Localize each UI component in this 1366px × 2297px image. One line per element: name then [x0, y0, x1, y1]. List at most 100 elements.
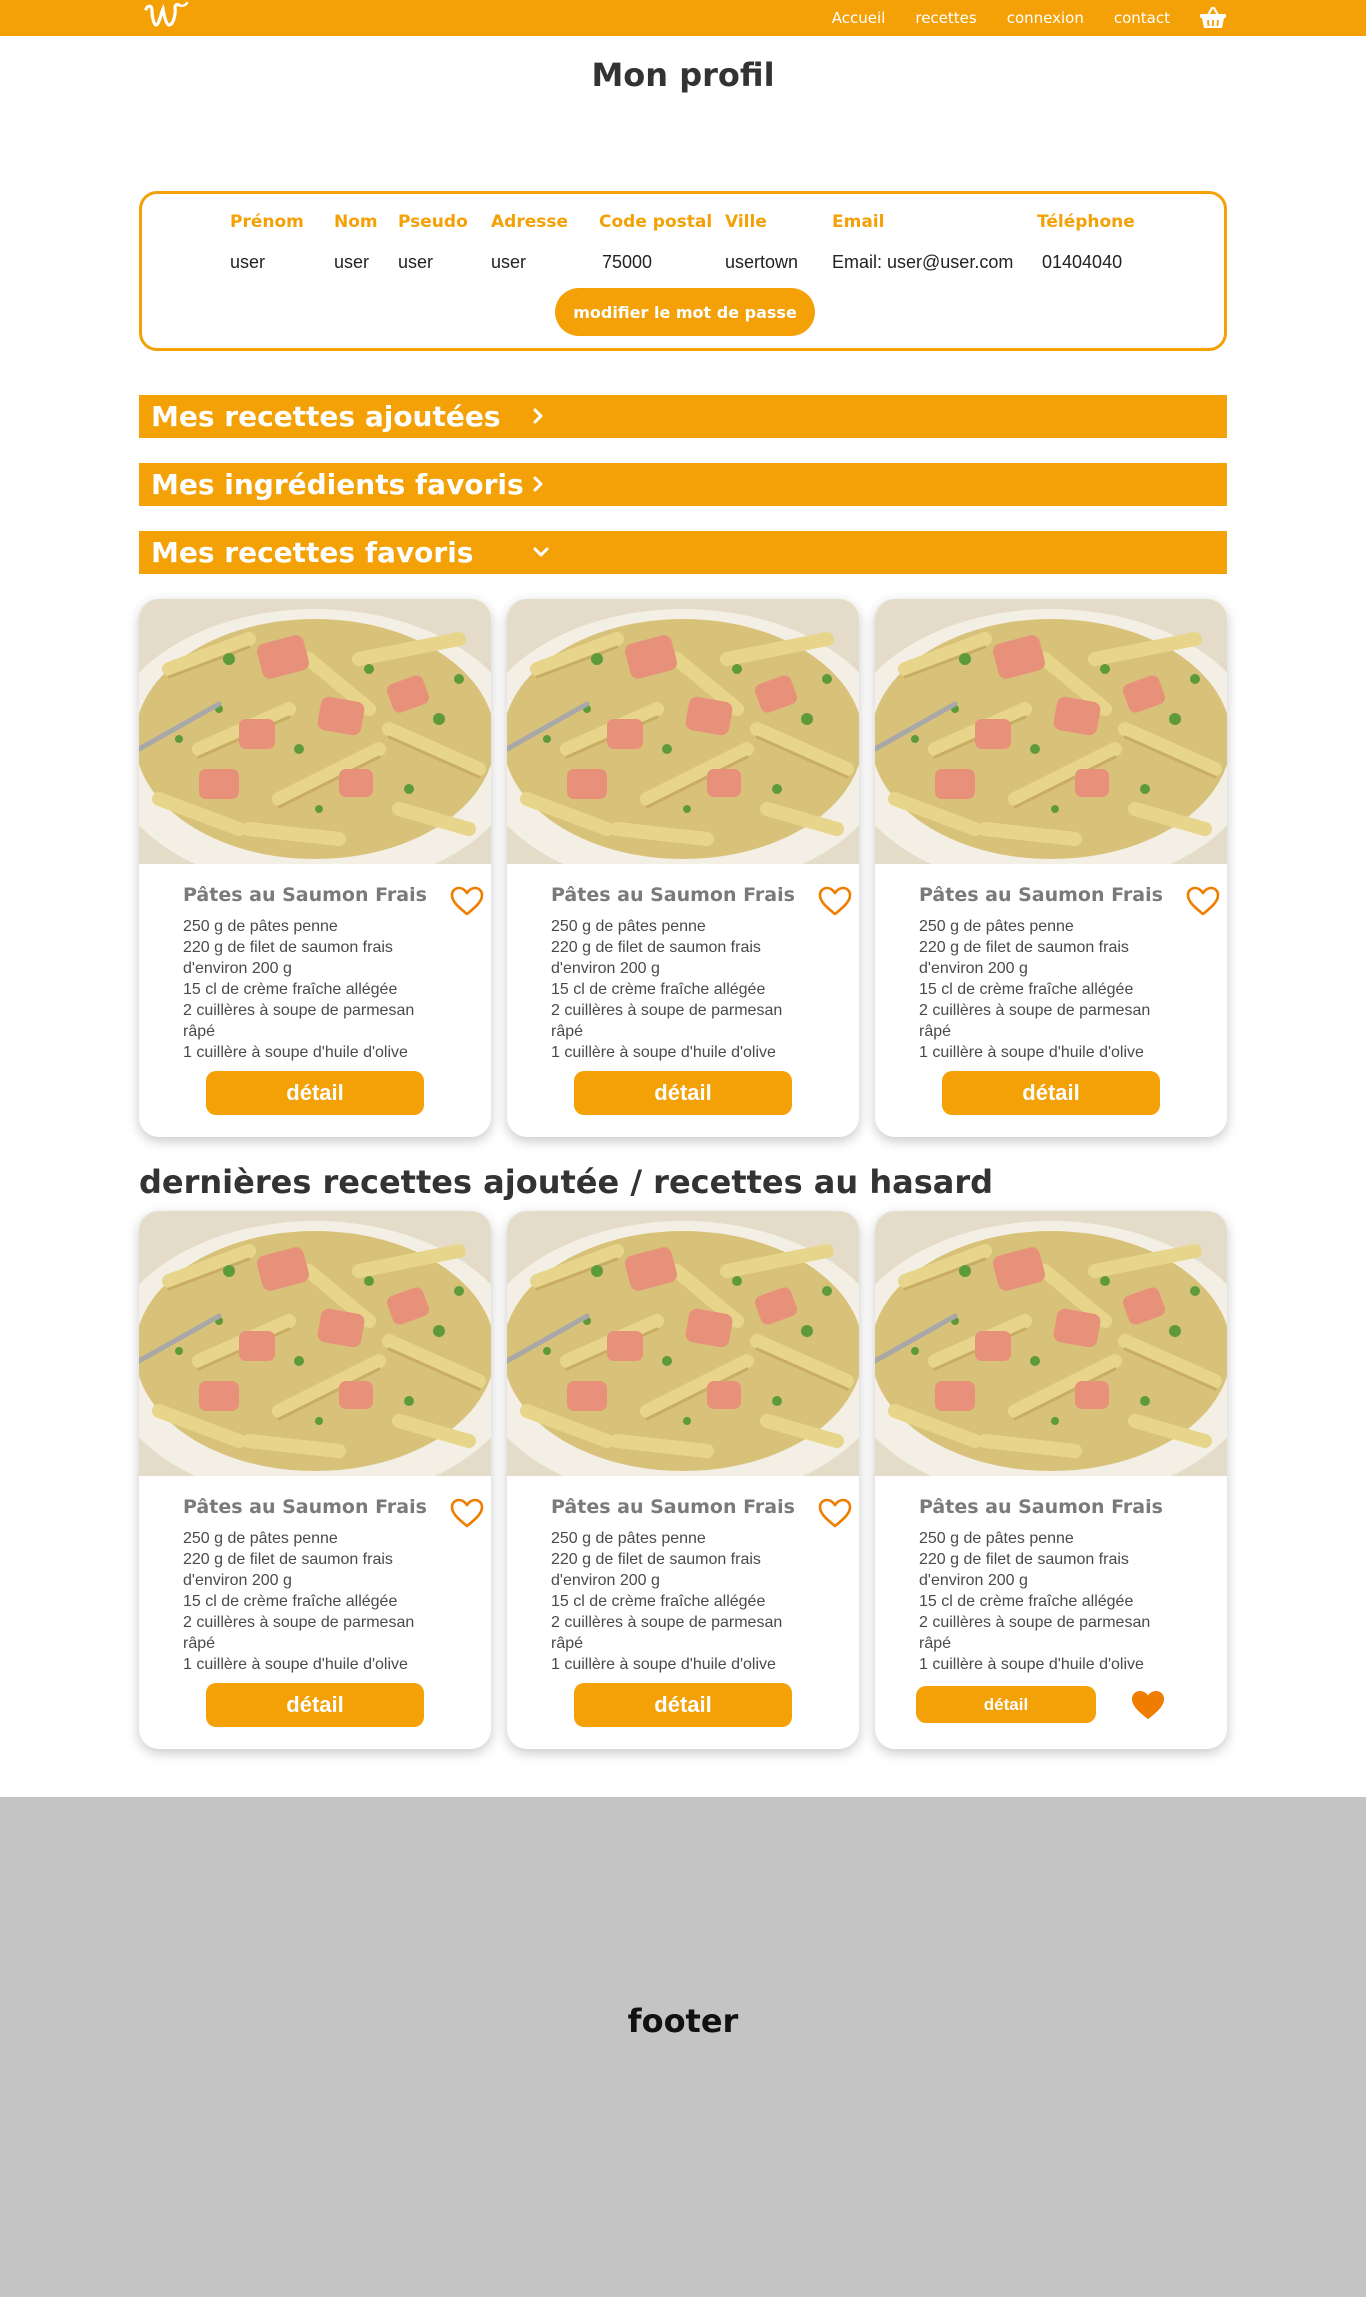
- recipe-card: Pâtes au Saumon Frais 250 g de pâtes pen…: [139, 1211, 491, 1749]
- recipe-card: Pâtes au Saumon Frais 250 g de pâtes pen…: [507, 599, 859, 1137]
- field-value: user: [398, 252, 434, 272]
- heart-outline-icon[interactable]: [449, 885, 485, 917]
- heart-outline-icon[interactable]: [817, 1497, 853, 1529]
- heart-filled-icon[interactable]: [1130, 1689, 1166, 1721]
- ingredient-item: 2 cuillères à soupe de parmesan râpé: [551, 1002, 783, 1040]
- recipe-card: Pâtes au Saumon Frais 250 g de pâtes pen…: [139, 599, 491, 1137]
- nav-connexion[interactable]: connexion: [1007, 9, 1084, 27]
- field-value: 01404040: [1042, 252, 1123, 272]
- recipe-card: Pâtes au Saumon Frais 250 g de pâtes pen…: [507, 1211, 859, 1749]
- ingredient-item: 15 cl de crème fraîche allégée: [183, 981, 398, 998]
- field-value: user: [491, 252, 527, 272]
- field-label: Email: [832, 212, 885, 232]
- field-value: 75000: [602, 252, 653, 272]
- ingredient-item: 220 g de filet de saumon frais d'environ…: [551, 1551, 761, 1589]
- recipe-image: [139, 599, 491, 864]
- ingredient-item: 1 cuillère à soupe d'huile d'olive: [919, 1044, 1144, 1061]
- change-password-button[interactable]: modifier le mot de passe: [555, 288, 815, 336]
- ingredient-item: 250 g de pâtes penne: [183, 918, 338, 935]
- nav-accueil[interactable]: Accueil: [832, 9, 886, 27]
- recipe-card: Pâtes au Saumon Frais 250 g de pâtes pen…: [875, 599, 1227, 1137]
- field-value: user: [230, 252, 266, 272]
- chevron-right-icon: [533, 476, 543, 492]
- ingredient-item: 220 g de filet de saumon frais d'environ…: [919, 939, 1129, 977]
- ingredients-list: 250 g de pâtes penne 220 g de filet de s…: [551, 916, 811, 1063]
- heart-outline-icon[interactable]: [449, 1497, 485, 1529]
- recipe-title: Pâtes au Saumon Frais: [919, 1496, 1163, 1518]
- ingredient-item: 2 cuillères à soupe de parmesan râpé: [183, 1614, 415, 1652]
- ingredient-item: 250 g de pâtes penne: [919, 1530, 1074, 1547]
- section-my-favorite-ingredients[interactable]: Mes ingrédients favoris: [139, 463, 1227, 506]
- basket-icon[interactable]: [1198, 5, 1228, 31]
- recipe-card: Pâtes au Saumon Frais 250 g de pâtes pen…: [875, 1211, 1227, 1749]
- footer-text: footer: [627, 2002, 739, 2040]
- ingredient-item: 1 cuillère à soupe d'huile d'olive: [183, 1044, 408, 1061]
- heart-outline-icon[interactable]: [817, 885, 853, 917]
- heart-outline-icon[interactable]: [1185, 885, 1221, 917]
- recipe-title: Pâtes au Saumon Frais: [551, 1496, 795, 1518]
- recipe-title: Pâtes au Saumon Frais: [183, 1496, 427, 1518]
- detail-button[interactable]: détail: [916, 1686, 1096, 1723]
- ingredient-item: 15 cl de crème fraîche allégée: [551, 981, 766, 998]
- nav-recettes[interactable]: recettes: [915, 9, 976, 27]
- field-value: usertown: [725, 252, 799, 272]
- ingredient-item: 1 cuillère à soupe d'huile d'olive: [919, 1656, 1144, 1673]
- field-label: Prénom: [230, 212, 304, 232]
- recipe-title: Pâtes au Saumon Frais: [183, 884, 427, 906]
- profile-field-pseudo: Pseudo user: [398, 209, 468, 275]
- ingredients-list: 250 g de pâtes penne 220 g de filet de s…: [551, 1528, 811, 1675]
- profile-info-box: Prénom user Nom user Pseudo user Adresse…: [139, 191, 1227, 351]
- profile-field-nom: Nom user: [334, 209, 378, 275]
- nav-contact[interactable]: contact: [1114, 9, 1170, 27]
- profile-field-adresse: Adresse user: [491, 209, 568, 275]
- ingredient-item: 250 g de pâtes penne: [919, 918, 1074, 935]
- profile-field-ville: Ville usertown: [725, 209, 798, 275]
- section-title: Mes recettes ajoutées: [151, 400, 501, 433]
- ingredient-item: 1 cuillère à soupe d'huile d'olive: [551, 1044, 776, 1061]
- ingredient-item: 15 cl de crème fraîche allégée: [551, 1593, 766, 1610]
- detail-button[interactable]: détail: [206, 1683, 424, 1727]
- site-logo[interactable]: [142, 1, 190, 33]
- footer: footer: [0, 1797, 1366, 2297]
- field-label: Pseudo: [398, 212, 468, 232]
- ingredient-item: 220 g de filet de saumon frais d'environ…: [551, 939, 761, 977]
- field-value: Email: user@user.com: [832, 252, 1014, 272]
- ingredient-item: 2 cuillères à soupe de parmesan râpé: [183, 1002, 415, 1040]
- chevron-down-icon: [533, 547, 549, 557]
- section-title: Mes recettes favoris: [151, 536, 474, 569]
- ingredient-item: 220 g de filet de saumon frais d'environ…: [183, 1551, 393, 1589]
- ingredients-list: 250 g de pâtes penne 220 g de filet de s…: [919, 916, 1179, 1063]
- profile-field-email: Email Email: user@user.com: [832, 209, 1013, 275]
- ingredient-item: 1 cuillère à soupe d'huile d'olive: [551, 1656, 776, 1673]
- ingredients-list: 250 g de pâtes penne 220 g de filet de s…: [183, 916, 443, 1063]
- ingredient-item: 15 cl de crème fraîche allégée: [919, 1593, 1134, 1610]
- section-my-favorite-recipes[interactable]: Mes recettes favoris: [139, 531, 1227, 574]
- ingredient-item: 220 g de filet de saumon frais d'environ…: [919, 1551, 1129, 1589]
- ingredient-item: 2 cuillères à soupe de parmesan râpé: [919, 1614, 1151, 1652]
- top-navbar: Accueil recettes connexion contact: [0, 0, 1366, 36]
- field-label: Adresse: [491, 212, 569, 232]
- ingredient-item: 2 cuillères à soupe de parmesan râpé: [551, 1614, 783, 1652]
- profile-field-telephone: Téléphone 01404040: [1037, 209, 1135, 275]
- ingredient-item: 15 cl de crème fraîche allégée: [183, 1593, 398, 1610]
- detail-button[interactable]: détail: [574, 1071, 792, 1115]
- recipe-image: [507, 1211, 859, 1476]
- ingredient-item: 250 g de pâtes penne: [551, 1530, 706, 1547]
- detail-button[interactable]: détail: [574, 1683, 792, 1727]
- recipe-image: [875, 1211, 1227, 1476]
- field-label: Nom: [334, 212, 378, 232]
- ingredient-item: 15 cl de crème fraîche allégée: [919, 981, 1134, 998]
- chevron-right-icon: [533, 408, 543, 424]
- field-label: Téléphone: [1037, 212, 1135, 232]
- detail-button[interactable]: détail: [942, 1071, 1160, 1115]
- ingredient-item: 250 g de pâtes penne: [551, 918, 706, 935]
- detail-button[interactable]: détail: [206, 1071, 424, 1115]
- field-value: user: [334, 252, 370, 272]
- ingredient-item: 250 g de pâtes penne: [183, 1530, 338, 1547]
- ingredient-item: 220 g de filet de saumon frais d'environ…: [183, 939, 393, 977]
- ingredient-item: 2 cuillères à soupe de parmesan râpé: [919, 1002, 1151, 1040]
- section-title: Mes ingrédients favoris: [151, 468, 524, 501]
- profile-field-code-postal: Code postal 75000: [599, 209, 712, 275]
- section-my-added-recipes[interactable]: Mes recettes ajoutées: [139, 395, 1227, 438]
- recipe-image: [875, 599, 1227, 864]
